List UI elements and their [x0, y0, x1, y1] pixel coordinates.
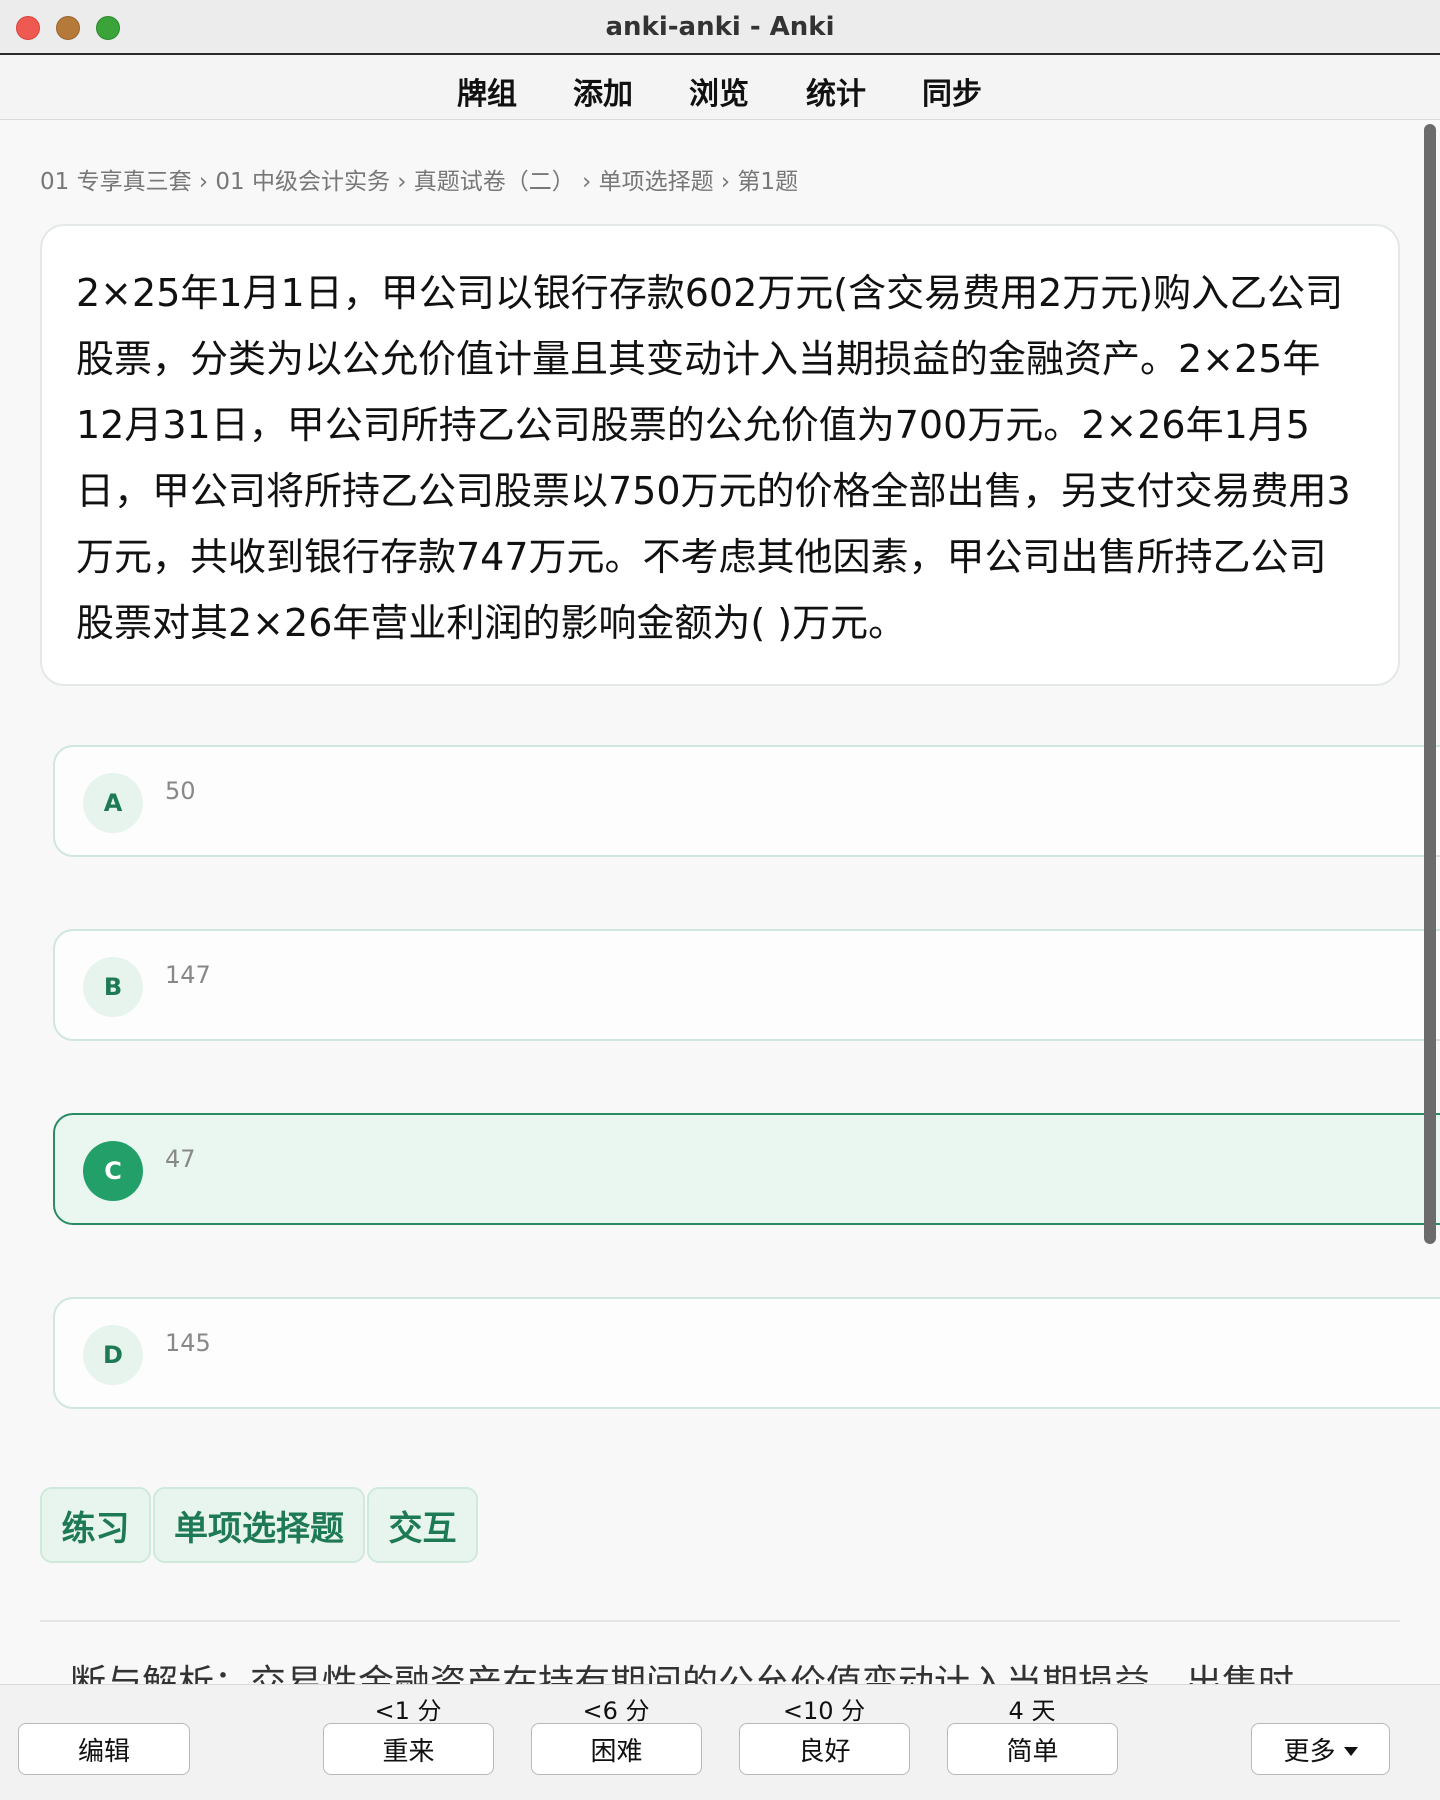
toolbar-sync[interactable]: 同步 [922, 69, 982, 113]
good-button[interactable]: 良好 [739, 1723, 910, 1775]
easy-button[interactable]: 简单 [947, 1723, 1118, 1775]
option-value: 47 [165, 1145, 196, 1173]
scrollbar[interactable] [1424, 124, 1436, 1244]
option-b[interactable]: B 147 [53, 929, 1440, 1041]
option-c[interactable]: C 47 [53, 1113, 1440, 1225]
interval-hard: <6 分 [582, 1697, 650, 1725]
interval-again: <1 分 [374, 1697, 442, 1725]
window-titlebar: anki-anki - Anki [0, 0, 1440, 55]
interval-good: <10 分 [782, 1697, 866, 1725]
chevron-down-icon [1343, 1746, 1358, 1756]
question-card: 2×25年1月1日，甲公司以银行存款602万元(含交易费用2万元)购入乙公司股票… [40, 224, 1400, 686]
option-a[interactable]: A 50 [53, 745, 1440, 857]
option-value: 50 [165, 777, 196, 805]
option-letter-badge: D [83, 1325, 143, 1385]
again-button[interactable]: 重来 [323, 1723, 494, 1775]
toolbar-decks[interactable]: 牌组 [457, 69, 517, 113]
breadcrumb: 01 专享真三套 › 01 中级会计实务 › 真题试卷（二） › 单项选择题 ›… [40, 169, 799, 195]
hard-button[interactable]: 困难 [531, 1723, 702, 1775]
option-letter-badge: C [83, 1141, 143, 1201]
section-divider [40, 1620, 1400, 1622]
option-value: 145 [165, 1329, 211, 1357]
analysis-text-peek: 断与解析：交易性金融资产在持有期间的公允价值变动计入当期损益，出售时… [70, 1663, 1331, 1684]
more-button[interactable]: 更多 [1251, 1723, 1390, 1775]
toolbar-add[interactable]: 添加 [573, 69, 633, 113]
toolbar-stats[interactable]: 统计 [806, 69, 866, 113]
option-letter-badge: B [83, 957, 143, 1017]
tag-interactive[interactable]: 交互 [367, 1487, 478, 1563]
tag-single-choice[interactable]: 单项选择题 [153, 1487, 365, 1563]
review-bottom-bar: 编辑 <1 分 重来 <6 分 困难 <10 分 良好 4 天 简单 更多 [0, 1684, 1440, 1800]
edit-button[interactable]: 编辑 [18, 1723, 190, 1775]
option-letter-badge: A [83, 773, 143, 833]
more-button-label: 更多 [1283, 1736, 1336, 1767]
window-title: anki-anki - Anki [605, 12, 835, 42]
option-value: 147 [165, 961, 211, 989]
tag-practice[interactable]: 练习 [40, 1487, 151, 1563]
main-toolbar: 牌组 添加 浏览 统计 同步 [0, 55, 1440, 120]
interval-easy: 4 天 [1008, 1697, 1056, 1725]
question-text: 2×25年1月1日，甲公司以银行存款602万元(含交易费用2万元)购入乙公司股票… [76, 271, 1351, 645]
option-d[interactable]: D 145 [53, 1297, 1440, 1409]
toolbar-browse[interactable]: 浏览 [689, 69, 749, 113]
